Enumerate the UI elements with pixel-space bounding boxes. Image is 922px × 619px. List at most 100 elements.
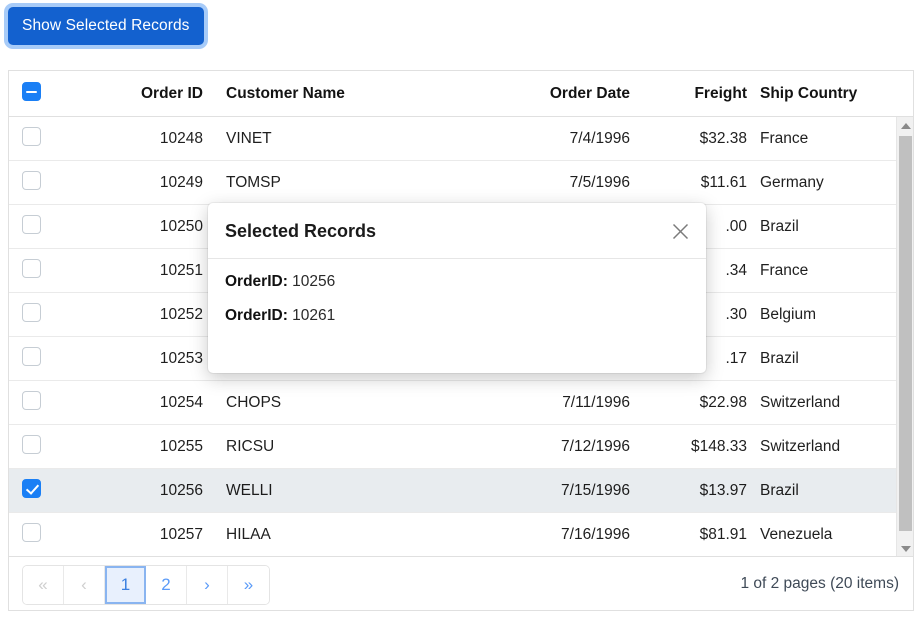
- select-all-checkbox[interactable]: [22, 81, 41, 101]
- column-header-ship-country[interactable]: Ship Country: [751, 85, 896, 103]
- cell-order-id: 10252: [159, 305, 203, 323]
- dialog-record-value: 10261: [287, 307, 336, 324]
- cell-order-id: 10249: [159, 173, 203, 191]
- row-select-cell: [9, 126, 61, 151]
- column-header-order-date[interactable]: Order Date: [476, 85, 638, 103]
- grid-pager: « ‹ 1 2 › » 1 of 2 pages (20 items): [9, 556, 913, 610]
- grid-header: Order ID Customer Name Order Date Freigh…: [9, 71, 913, 117]
- header-select-all-cell: [9, 81, 61, 106]
- cell-customer-name: RICSU: [226, 437, 275, 455]
- dialog-record-label: OrderID:: [225, 273, 288, 290]
- toolbar: Show Selected Records: [0, 0, 922, 56]
- table-row[interactable]: 10255 RICSU 7/12/1996 $148.33 Switzerland: [9, 425, 896, 469]
- cell-customer-name: CHOPS: [226, 393, 282, 411]
- pager-page-2[interactable]: 2: [146, 566, 187, 604]
- cell-ship-country: Venezuela: [760, 525, 833, 543]
- cell-customer-name: TOMSP: [226, 173, 281, 191]
- cell-freight: $11.61: [700, 173, 747, 191]
- close-icon[interactable]: [666, 217, 694, 245]
- table-row[interactable]: 10257 HILAA 7/16/1996 $81.91 Venezuela: [9, 513, 896, 557]
- row-select-cell: [9, 214, 61, 239]
- scrollbar-thumb[interactable]: [899, 136, 912, 531]
- column-header-freight[interactable]: Freight: [638, 85, 751, 103]
- pager-buttons: « ‹ 1 2 › »: [22, 565, 270, 605]
- dialog-title: Selected Records: [225, 221, 377, 241]
- dialog-record-value: 10256: [287, 273, 336, 290]
- row-select-cell: [9, 258, 61, 283]
- cell-order-id: 10253: [159, 349, 203, 367]
- cell-freight: $148.33: [690, 437, 747, 455]
- row-checkbox[interactable]: [22, 346, 41, 366]
- dialog-record-line: OrderID: 10261: [225, 307, 689, 325]
- table-row[interactable]: 10249 TOMSP 7/5/1996 $11.61 Germany: [9, 161, 896, 205]
- cell-order-id: 10250: [159, 217, 203, 235]
- cell-customer-name: WELLI: [226, 481, 273, 499]
- cell-order-date: 7/4/1996: [569, 129, 630, 147]
- app-root: Show Selected Records Order ID Customer …: [0, 0, 922, 619]
- scroll-down-arrow-icon[interactable]: [897, 540, 913, 557]
- cell-ship-country: Brazil: [760, 217, 799, 235]
- cell-order-id: 10256: [159, 481, 203, 499]
- cell-order-id: 10251: [159, 261, 203, 279]
- cell-ship-country: France: [760, 261, 809, 279]
- row-checkbox[interactable]: [22, 258, 41, 278]
- pager-info-text: 1 of 2 pages (20 items): [740, 575, 899, 592]
- row-select-cell: [9, 522, 61, 547]
- cell-order-id: 10254: [159, 393, 203, 411]
- row-checkbox[interactable]: [22, 390, 41, 410]
- row-select-cell: [9, 390, 61, 415]
- selected-records-dialog: Selected Records OrderID: 10256 OrderID: …: [208, 203, 706, 373]
- cell-order-id: 10255: [159, 437, 203, 455]
- pager-page-1[interactable]: 1: [105, 566, 146, 604]
- dialog-record-label: OrderID:: [225, 307, 288, 324]
- pager-prev-button[interactable]: ‹: [64, 566, 105, 604]
- column-header-order-id[interactable]: Order ID: [61, 85, 218, 103]
- cell-ship-country: Switzerland: [760, 437, 841, 455]
- cell-freight: $32.38: [699, 129, 747, 147]
- row-select-cell: [9, 434, 61, 459]
- row-checkbox[interactable]: [22, 434, 41, 454]
- column-header-customer-name[interactable]: Customer Name: [218, 85, 476, 103]
- cell-customer-name: HILAA: [226, 525, 271, 543]
- row-checkbox[interactable]: [22, 126, 41, 146]
- row-select-cell: [9, 170, 61, 195]
- cell-ship-country: France: [760, 129, 809, 147]
- header-row: Order ID Customer Name Order Date Freigh…: [9, 71, 913, 116]
- row-checkbox[interactable]: [22, 214, 41, 234]
- pager-last-button[interactable]: »: [228, 566, 269, 604]
- cell-order-date: 7/16/1996: [561, 525, 630, 543]
- dialog-record-line: OrderID: 10256: [225, 273, 689, 291]
- cell-order-id: 10257: [159, 525, 203, 543]
- cell-order-date: 7/15/1996: [561, 481, 630, 499]
- row-checkbox[interactable]: [22, 522, 41, 542]
- cell-ship-country: Switzerland: [760, 393, 841, 411]
- grid-vertical-scrollbar[interactable]: [896, 117, 913, 557]
- cell-ship-country: Germany: [760, 173, 824, 191]
- dialog-body: OrderID: 10256 OrderID: 10261: [208, 259, 706, 325]
- row-checkbox[interactable]: [22, 302, 41, 322]
- scroll-up-arrow-icon[interactable]: [897, 117, 913, 134]
- pager-first-button[interactable]: «: [23, 566, 64, 604]
- dialog-header: Selected Records: [208, 203, 706, 259]
- row-select-cell: [9, 346, 61, 371]
- cell-freight: $13.97: [699, 481, 747, 499]
- cell-order-id: 10248: [159, 129, 203, 147]
- table-row[interactable]: 10248 VINET 7/4/1996 $32.38 France: [9, 117, 896, 161]
- cell-ship-country: Brazil: [760, 349, 799, 367]
- cell-ship-country: Belgium: [760, 305, 816, 323]
- cell-order-date: 7/11/1996: [562, 393, 630, 411]
- cell-ship-country: Brazil: [760, 481, 799, 499]
- row-select-cell: [9, 478, 61, 503]
- row-select-cell: [9, 302, 61, 327]
- cell-freight: $22.98: [699, 393, 747, 411]
- show-selected-records-button[interactable]: Show Selected Records: [8, 7, 204, 45]
- row-checkbox[interactable]: [22, 478, 41, 498]
- table-row[interactable]: 10256 WELLI 7/15/1996 $13.97 Brazil: [9, 469, 896, 513]
- table-row[interactable]: 10254 CHOPS 7/11/1996 $22.98 Switzerland: [9, 381, 896, 425]
- cell-order-date: 7/12/1996: [561, 437, 630, 455]
- pager-next-button[interactable]: ›: [187, 566, 228, 604]
- cell-customer-name: VINET: [226, 129, 272, 147]
- cell-freight: $81.91: [699, 525, 747, 543]
- cell-order-date: 7/5/1996: [569, 173, 630, 191]
- row-checkbox[interactable]: [22, 170, 41, 190]
